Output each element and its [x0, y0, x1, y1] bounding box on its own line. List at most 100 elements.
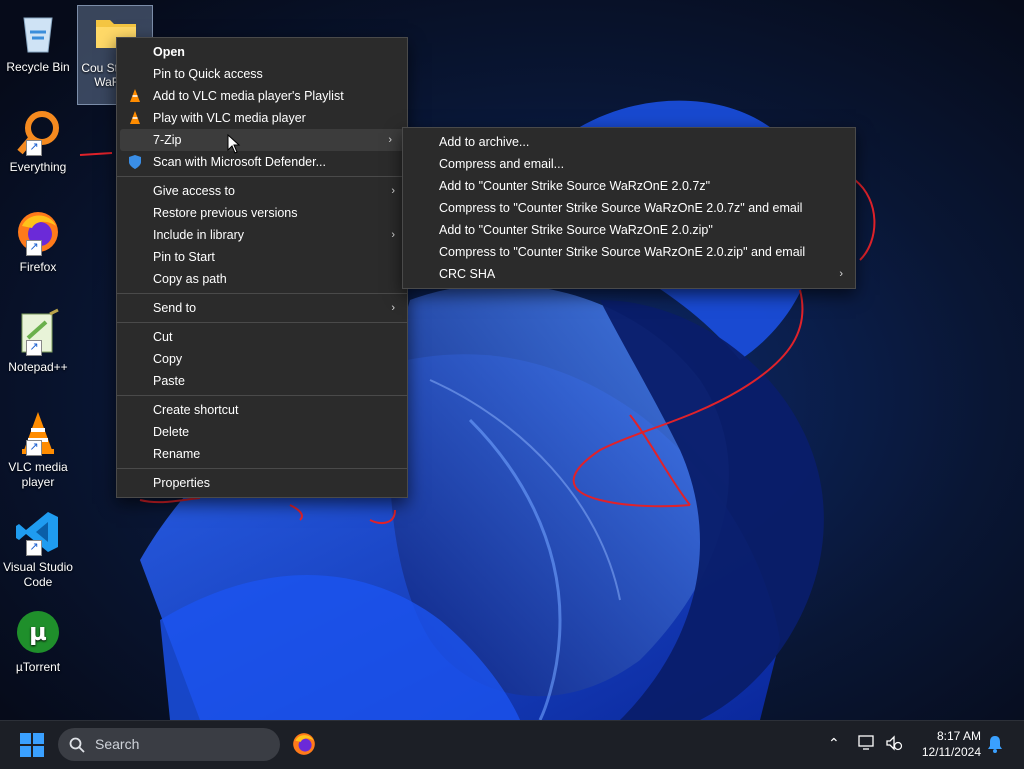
notification-bell-icon[interactable]	[987, 735, 1003, 758]
menu-item-include-library[interactable]: Include in library ›	[117, 224, 407, 246]
desktop-icon-everything[interactable]: ↗ Everything	[0, 108, 76, 175]
menu-item-label: Delete	[153, 425, 190, 439]
chevron-right-icon: ›	[839, 268, 843, 280]
desktop-icon-utorrent[interactable]: µ µTorrent	[0, 608, 76, 675]
menu-item-copy[interactable]: Copy	[117, 348, 407, 370]
desktop-icon-label: Everything	[9, 160, 67, 174]
menu-separator	[117, 176, 407, 177]
shortcut-arrow-icon: ↗	[26, 540, 42, 556]
menu-item-label: 7-Zip	[153, 133, 182, 147]
submenu-item-compress-email[interactable]: Compress and email...	[403, 153, 855, 175]
menu-item-label: Include in library	[153, 228, 245, 242]
desktop-icon-label: Firefox	[19, 260, 57, 274]
menu-item-label: Compress to "Counter Strike Source WaRzO…	[439, 201, 803, 215]
menu-item-label: Properties	[153, 476, 210, 490]
vlc-icon	[127, 110, 143, 126]
everything-search-icon: ↗	[14, 108, 62, 156]
chevron-right-icon: ›	[391, 185, 395, 197]
menu-item-scan-defender[interactable]: Scan with Microsoft Defender...	[117, 151, 407, 173]
menu-item-label: Rename	[153, 447, 201, 461]
desktop-icon-label: µTorrent	[15, 660, 61, 674]
defender-shield-icon	[127, 154, 143, 170]
menu-item-label: Copy	[153, 352, 183, 366]
menu-item-open[interactable]: Open	[117, 41, 407, 63]
start-button[interactable]	[20, 733, 44, 762]
menu-item-send-to[interactable]: Send to ›	[117, 297, 407, 319]
menu-item-properties[interactable]: Properties	[117, 472, 407, 494]
shortcut-arrow-icon: ↗	[26, 140, 42, 156]
desktop-icon-firefox[interactable]: ↗ Firefox	[0, 208, 76, 275]
submenu-item-add-to-7z[interactable]: Add to "Counter Strike Source WaRzOnE 2.…	[403, 175, 855, 197]
menu-item-label: Add to VLC media player's Playlist	[153, 89, 344, 103]
menu-item-label: Play with VLC media player	[153, 111, 306, 125]
menu-item-paste[interactable]: Paste	[117, 370, 407, 392]
clock-date[interactable]: 12/11/2024	[905, 745, 981, 759]
desktop-icon-vscode[interactable]: ↗ Visual Studio Code	[0, 508, 76, 590]
submenu-item-compress-zip-email[interactable]: Compress to "Counter Strike Source WaRzO…	[403, 241, 855, 263]
network-icon[interactable]	[858, 735, 876, 756]
menu-item-label: CRC SHA	[439, 267, 496, 281]
search-icon	[69, 737, 85, 753]
desktop-icon-vlc[interactable]: ↗ VLC media player	[0, 408, 76, 490]
7zip-submenu: Add to archive... Compress and email... …	[402, 127, 856, 289]
menu-item-label: Open	[153, 45, 185, 59]
desktop-icon-label: VLC media player	[8, 460, 68, 489]
desktop-icon-notepad-plus-plus[interactable]: ↗ Notepad++	[0, 308, 76, 375]
context-menu: Open Pin to Quick access Add to VLC medi…	[116, 37, 408, 498]
notepad-plus-plus-icon: ↗	[14, 308, 62, 356]
menu-item-add-vlc-playlist[interactable]: Add to VLC media player's Playlist	[117, 85, 407, 107]
menu-item-pin-quick-access[interactable]: Pin to Quick access	[117, 63, 407, 85]
desktop-icon-label: Visual Studio Code	[3, 560, 73, 589]
menu-item-label: Pin to Quick access	[153, 67, 263, 81]
taskbar: Search ⌃ 8:17 AM 12/11/2024	[0, 720, 1024, 769]
menu-item-label: Compress to "Counter Strike Source WaRzO…	[439, 245, 806, 259]
vscode-icon: ↗	[14, 508, 62, 556]
desktop-icon-label: Recycle Bin	[6, 60, 70, 74]
menu-item-give-access[interactable]: Give access to ›	[117, 180, 407, 202]
menu-item-label: Add to "Counter Strike Source WaRzOnE 2.…	[439, 223, 713, 237]
menu-item-7zip[interactable]: 7-Zip ›	[120, 129, 404, 151]
submenu-item-compress-7z-email[interactable]: Compress to "Counter Strike Source WaRzO…	[403, 197, 855, 219]
menu-item-create-shortcut[interactable]: Create shortcut	[117, 399, 407, 421]
clock-time[interactable]: 8:17 AM	[915, 729, 981, 743]
menu-item-label: Copy as path	[153, 272, 227, 286]
shortcut-arrow-icon: ↗	[26, 440, 42, 456]
recycle-bin-icon	[14, 8, 62, 56]
menu-separator	[117, 395, 407, 396]
firefox-icon	[293, 733, 315, 755]
chevron-right-icon: ›	[391, 302, 395, 314]
menu-item-label: Compress and email...	[439, 157, 565, 171]
menu-item-label: Give access to	[153, 184, 235, 198]
submenu-item-add-to-zip[interactable]: Add to "Counter Strike Source WaRzOnE 2.…	[403, 219, 855, 241]
svg-text:µ: µ	[29, 618, 47, 646]
menu-item-delete[interactable]: Delete	[117, 421, 407, 443]
menu-item-label: Send to	[153, 301, 197, 315]
desktop-icon-label: Notepad++	[8, 360, 68, 374]
vlc-icon	[127, 88, 143, 104]
menu-item-rename[interactable]: Rename	[117, 443, 407, 465]
submenu-item-add-to-archive[interactable]: Add to archive...	[403, 131, 855, 153]
menu-item-copy-as-path[interactable]: Copy as path	[117, 268, 407, 290]
mouse-cursor-icon	[227, 134, 241, 154]
menu-item-cut[interactable]: Cut	[117, 326, 407, 348]
chevron-right-icon: ›	[388, 134, 392, 146]
volume-muted-icon[interactable]	[885, 735, 903, 756]
menu-separator	[117, 293, 407, 294]
shortcut-arrow-icon: ↗	[26, 240, 42, 256]
chevron-up-icon[interactable]: ⌃	[828, 735, 840, 752]
submenu-item-crc-sha[interactable]: CRC SHA ›	[403, 263, 855, 285]
firefox-icon: ↗	[14, 208, 62, 256]
vlc-icon: ↗	[14, 408, 62, 456]
menu-item-pin-start[interactable]: Pin to Start	[117, 246, 407, 268]
desktop-icon-recycle-bin[interactable]: Recycle Bin	[0, 8, 76, 75]
menu-item-label: Scan with Microsoft Defender...	[153, 155, 326, 169]
menu-item-restore-versions[interactable]: Restore previous versions	[117, 202, 407, 224]
shortcut-arrow-icon: ↗	[26, 340, 42, 356]
menu-item-play-vlc[interactable]: Play with VLC media player	[117, 107, 407, 129]
taskbar-firefox-button[interactable]	[291, 731, 317, 762]
taskbar-search-box[interactable]: Search	[58, 728, 280, 761]
menu-separator	[117, 322, 407, 323]
windows-logo-icon	[20, 733, 44, 757]
menu-item-label: Create shortcut	[153, 403, 239, 417]
menu-item-label: Add to archive...	[439, 135, 530, 149]
